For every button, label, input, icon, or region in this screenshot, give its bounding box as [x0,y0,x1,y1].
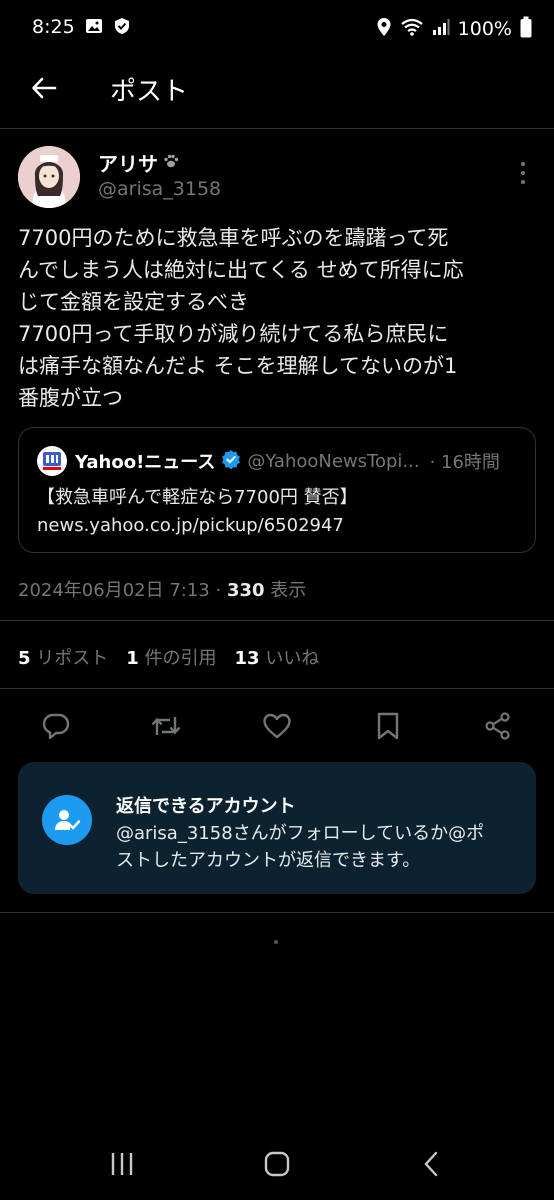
dot [521,162,525,166]
recent-apps-icon [111,1153,133,1175]
engagement-stats: 5 リポスト 1 件の引用 13 いいね [18,644,319,670]
user-check-icon [42,795,92,845]
home-button[interactable] [257,1148,297,1180]
quote-time: · 16時間 [429,452,500,473]
divider [0,912,554,913]
divider [0,128,554,129]
divider [0,620,554,621]
quote-author-handle: @YahooNewsTopi... [247,450,420,472]
avatar[interactable] [18,146,80,208]
dot [521,171,525,175]
status-bar: 8:25 100% [0,0,554,56]
system-back-button[interactable] [412,1148,452,1180]
post-text-line: 番腹が立つ [18,386,123,410]
paw-icon [162,151,180,175]
back-arrow-icon [32,77,57,99]
quotes-stat[interactable]: 1 件の引用 [126,644,216,670]
reposts-label: リポスト [36,648,109,669]
location-icon [376,17,392,41]
quotes-label: 件の引用 [144,648,217,669]
reply-icon [42,713,70,740]
reply-restriction-title: 返信できるアカウント [116,796,296,817]
action-bar [0,702,554,750]
dot [521,180,525,184]
bookmark-button[interactable] [372,710,404,742]
like-button[interactable] [261,710,293,742]
battery-icon [520,16,532,42]
battery-percent: 100% [457,18,512,40]
shield-icon [112,16,132,40]
likes-count: 13 [234,648,260,669]
author-handle[interactable]: @arisa_3158 [98,178,221,200]
back-button[interactable] [24,68,64,108]
post-text-line: は痛手な額なんだよ そこを理解してないのが1 [18,354,458,378]
page-title: ポスト [110,77,189,107]
post-timestamp: 2024年06月02日 7:13 · [18,580,227,601]
repost-icon [151,717,181,735]
quotes-count: 1 [126,648,139,669]
likes-label: いいね [265,648,320,669]
reply-restriction-notice: 返信できるアカウント @arisa_3158さんがフォローしているか@ポ ストし… [18,762,536,894]
more-options-button[interactable] [512,156,534,190]
repost-button[interactable] [150,710,182,742]
timestamp-row: 2024年06月02日 7:13 · 330 表示 [18,576,306,602]
share-button[interactable] [482,710,514,742]
system-nav-bar [0,1130,554,1200]
bookmark-icon [377,712,399,740]
post-text-line: んでしまう人は絶対に出てくる せめて所得に応 [18,258,464,282]
quote-link: news.yahoo.co.jp/pickup/6502947 [37,515,344,536]
wifi-icon [400,17,424,41]
reply-button[interactable] [40,710,72,742]
views-count: 330 [226,580,265,601]
recent-apps-button[interactable] [102,1148,142,1180]
post-text: 7700円のために救急車を呼ぶのを躊躇って死 んでしまう人は絶対に出てくる せめ… [18,222,538,414]
author-name: アリサ [98,152,158,176]
yahoo-news-logo [37,446,67,476]
divider [0,688,554,689]
loading-dot [274,940,278,944]
share-icon [485,712,510,740]
reply-restriction-line: @arisa_3158さんがフォローしているか@ポ [116,823,485,844]
gallery-icon [84,16,104,40]
post-text-line: じて金額を設定するべき [18,290,249,314]
quote-header: Yahoo!ニュース @YahooNewsTopi... · 16時間 [37,446,500,476]
signal-icon [432,18,450,40]
views-label: 表示 [264,580,307,601]
author-name-row[interactable]: アリサ [98,148,180,177]
status-time: 8:25 [32,16,75,38]
chevron-left-icon [424,1151,438,1177]
quote-author-name: Yahoo!ニュース [75,452,216,473]
likes-stat[interactable]: 13 いいね [235,644,320,670]
reposts-stat[interactable]: 5 リポスト [18,644,108,670]
quote-text: 【救急車呼んで軽症なら7700円 賛否】 news.yahoo.co.jp/pi… [37,484,358,540]
home-icon [264,1151,290,1177]
post-text-line: 7700円のために救急車を呼ぶのを躊躇って死 [18,226,449,250]
verified-badge-icon [221,449,241,473]
quoted-post-card[interactable]: Yahoo!ニュース @YahooNewsTopi... · 16時間 【救急車… [18,427,536,553]
reply-restriction-line: ストしたアカウントが返信できます。 [116,850,421,871]
top-bar: ポスト [0,58,554,120]
post-text-line: 7700円って手取りが減り続けてる私ら庶民に [18,322,449,346]
heart-icon [263,713,291,739]
reply-restriction-description: @arisa_3158さんがフォローしているか@ポ ストしたアカウントが返信でき… [116,820,484,874]
quote-text-line: 【救急車呼んで軽症なら7700円 賛否】 [37,487,358,508]
reposts-count: 5 [18,648,31,669]
